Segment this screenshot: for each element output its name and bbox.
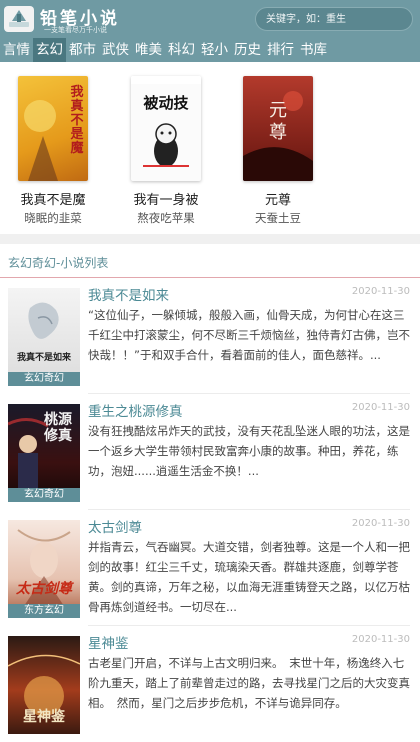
section-separator [0,234,420,244]
search-box[interactable] [255,7,413,31]
cover-text: 星神鉴 [23,709,65,725]
nav-item-wuxia[interactable]: 武侠 [99,38,132,62]
book-title[interactable]: 我有一身被 [116,189,216,208]
book-cover[interactable]: 桃源修真 玄幻奇幻 [8,404,80,502]
cover-text: 太古剑尊 [16,581,72,597]
featured-book[interactable]: 我真不是魔 我真不是魔 晓眠的韭菜 [3,76,103,226]
list-item[interactable]: 星神鉴 星神鉴 2020-11-30 古老星门开启，不详与上古文明归来。 末世十… [0,628,420,742]
book-title[interactable]: 太古剑尊 [88,516,142,536]
book-description: “这位仙子，一躲倾城，般般入画，仙骨天成，为何甘心在这三千红尘中打滚蒙尘，何不尽… [88,308,410,362]
list-item[interactable]: 我真不是如来 玄幻奇幻 我真不是如来 2020-11-30 “这位仙子，一躲倾城… [0,280,420,394]
genre-tag: 玄幻奇幻 [8,372,80,386]
section-title: 玄幻奇幻-小说列表 [8,256,109,270]
nav-item-qingxiao[interactable]: 轻小 [198,38,231,62]
nav-item-shuku[interactable]: 书库 [297,38,330,62]
book-author: 晓眠的韭菜 [24,211,82,225]
genre-tag: 玄幻奇幻 [8,488,80,502]
book-description: 没有狂拽酷炫吊炸天的武技，没有天花乱坠迷人眼的功法，这是一个返乡大学生带领村民致… [88,424,410,478]
book-title[interactable]: 我真不是魔 [3,189,103,208]
update-date: 2020-11-30 [351,518,410,529]
nav-item-kehuan[interactable]: 科幻 [165,38,198,62]
site-subtitle: 一支笔看尽万千小说 [44,26,107,34]
book-title[interactable]: 我真不是如来 [88,284,169,304]
header-bar: 铅笔小说 一支笔看尽万千小说 [0,0,420,38]
nav-item-paihang[interactable]: 排行 [264,38,297,62]
book-cover[interactable]: 星神鉴 [8,636,80,734]
cover-text: 元尊 [269,100,287,143]
cover-text: 我真不是如来 [16,353,71,363]
featured-book[interactable]: 被动技 我有一身被 熬夜吃苹果 [116,76,216,226]
book-cover[interactable]: 被动技 [131,76,201,181]
book-cover[interactable]: 元尊 [243,76,313,181]
cover-text: 我真不是魔 [70,85,84,156]
list-item[interactable]: 太古剑尊 东方玄幻 太古剑尊 2020-11-30 并指青云，气吞幽冥。大道交错… [0,512,420,626]
nav-item-dushi[interactable]: 都市 [66,38,99,62]
book-title[interactable]: 星神鉴 [88,632,129,652]
book-description: 古老星门开启，不详与上古文明归来。 末世十年，杨逸终入七阶九重天，踏上了前辈曾走… [88,656,410,710]
search-input[interactable] [266,11,404,27]
cover-text: 桃源修真 [44,412,72,444]
book-author: 天蚕土豆 [255,211,301,225]
book-author: 熬夜吃苹果 [137,211,195,225]
nav-item-lishi[interactable]: 历史 [231,38,264,62]
site-logo[interactable]: 铅笔小说 一支笔看尽万千小说 [4,4,124,34]
update-date: 2020-11-30 [351,634,410,645]
row-divider [88,393,410,394]
book-cover[interactable]: 太古剑尊 东方玄幻 [8,520,80,618]
book-cover[interactable]: 我真不是魔 [18,76,88,181]
section-header: 玄幻奇幻-小说列表 [0,244,420,278]
update-date: 2020-11-30 [351,286,410,297]
row-divider [88,625,410,626]
row-divider [88,509,410,510]
nav-item-xuanhuan[interactable]: 玄幻 [33,38,66,62]
book-title[interactable]: 重生之桃源修真 [88,400,183,420]
book-cover[interactable]: 我真不是如来 玄幻奇幻 [8,288,80,386]
genre-tag: 东方玄幻 [8,604,80,618]
list-item[interactable]: 桃源修真 玄幻奇幻 重生之桃源修真 2020-11-30 没有狂拽酷炫吊炸天的武… [0,396,420,510]
category-nav: 言情 玄幻 都市 武侠 唯美 科幻 轻小 历史 排行 书库 [0,38,420,62]
featured-book[interactable]: 元尊 元尊 天蚕土豆 [228,76,328,226]
book-title[interactable]: 元尊 [228,189,328,208]
cover-text: 被动技 [143,94,189,112]
update-date: 2020-11-30 [351,402,410,413]
nav-item-yanqing[interactable]: 言情 [0,38,33,62]
pencil-icon [4,6,34,32]
featured-books: 我真不是魔 我真不是魔 晓眠的韭菜 被动技 我有一身被 熬夜吃苹果 元尊 元尊 [0,62,420,234]
nav-item-weimei[interactable]: 唯美 [132,38,165,62]
book-description: 并指青云，气吞幽冥。大道交错，剑者独尊。这是一个人和一把剑的故事！红尘三千丈，琉… [88,540,410,614]
